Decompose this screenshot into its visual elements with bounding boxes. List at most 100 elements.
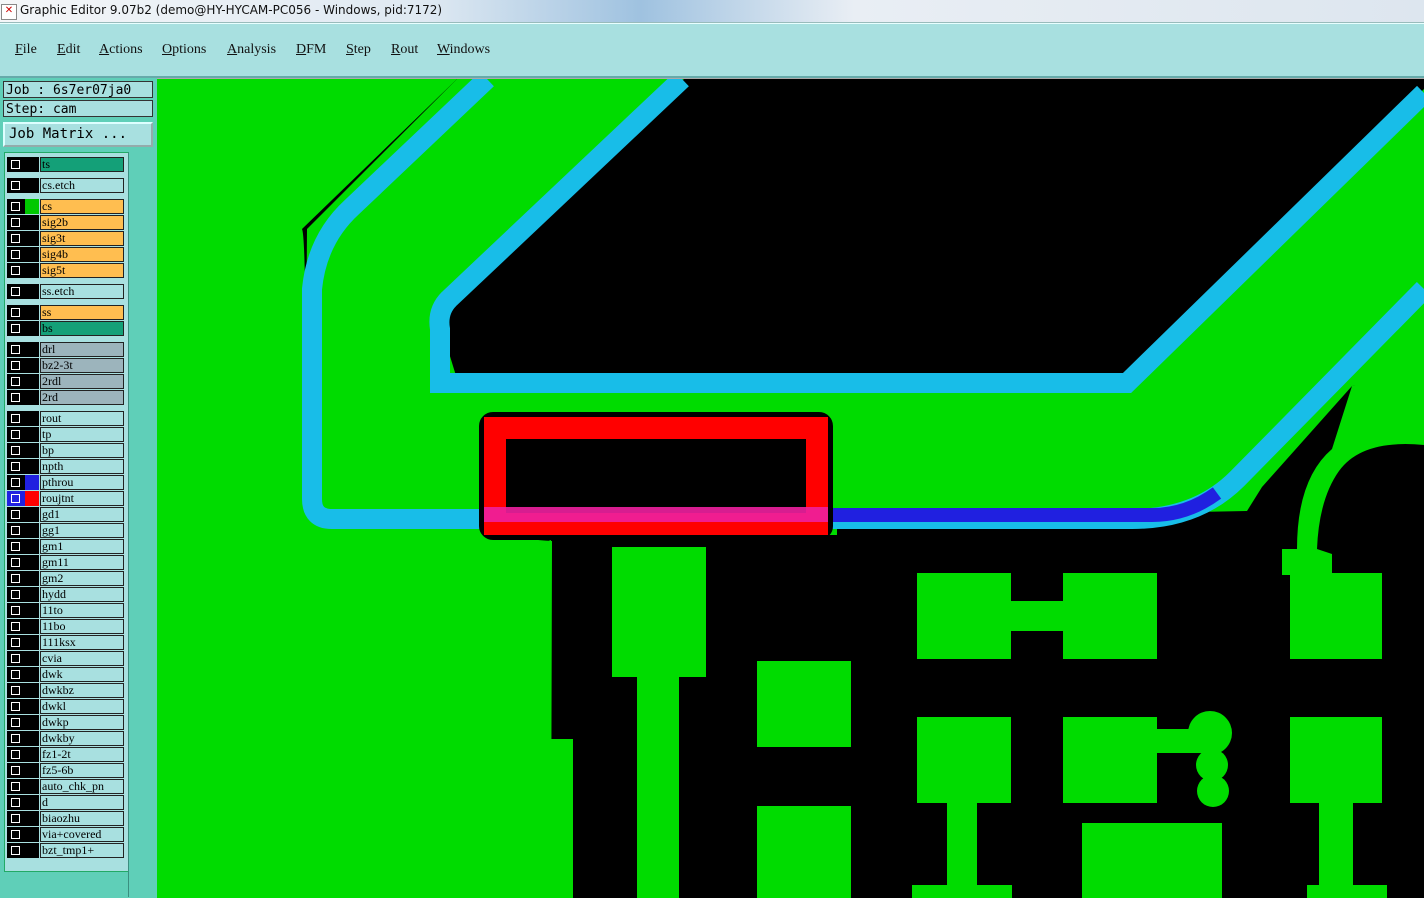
layer-row-gm11[interactable]: gm11 bbox=[6, 555, 124, 570]
layer-row-bz2-3t[interactable]: bz2-3t bbox=[6, 358, 124, 373]
menu-options[interactable]: Options bbox=[162, 42, 206, 58]
layer-name[interactable]: biaozhu bbox=[40, 811, 124, 826]
layer-row-2rdl[interactable]: 2rdl bbox=[6, 374, 124, 389]
layer-checkbox[interactable] bbox=[7, 342, 25, 357]
layer-name[interactable]: roujtnt bbox=[40, 491, 124, 506]
layer-name[interactable]: 11bo bbox=[40, 619, 124, 634]
menu-rout[interactable]: Rout bbox=[391, 42, 418, 58]
layer-name[interactable]: drl bbox=[40, 342, 124, 357]
layer-checkbox[interactable] bbox=[7, 539, 25, 554]
layer-name[interactable]: via+covered bbox=[40, 827, 124, 842]
menu-step[interactable]: Step bbox=[346, 42, 371, 58]
layer-checkbox[interactable] bbox=[7, 321, 25, 336]
layer-row-ss.etch[interactable]: ss.etch bbox=[6, 284, 124, 299]
layer-color-swatch[interactable] bbox=[25, 390, 39, 405]
layer-color-swatch[interactable] bbox=[25, 321, 39, 336]
layer-color-swatch[interactable] bbox=[25, 699, 39, 714]
layer-checkbox[interactable] bbox=[7, 411, 25, 426]
layer-color-swatch[interactable] bbox=[25, 305, 39, 320]
layer-color-swatch[interactable] bbox=[25, 443, 39, 458]
layer-row-rout[interactable]: rout bbox=[6, 411, 124, 426]
layer-checkbox[interactable] bbox=[7, 284, 25, 299]
layer-row-2rd[interactable]: 2rd bbox=[6, 390, 124, 405]
layer-checkbox[interactable] bbox=[7, 667, 25, 682]
layer-color-swatch[interactable] bbox=[25, 411, 39, 426]
layer-checkbox[interactable] bbox=[7, 731, 25, 746]
menu-windows[interactable]: Windows bbox=[437, 42, 490, 58]
layer-color-swatch[interactable] bbox=[25, 571, 39, 586]
layer-row-gg1[interactable]: gg1 bbox=[6, 523, 124, 538]
layer-color-swatch[interactable] bbox=[25, 811, 39, 826]
layer-color-swatch[interactable] bbox=[25, 427, 39, 442]
layer-row-tp[interactable]: tp bbox=[6, 427, 124, 442]
layer-row-sig2b[interactable]: sig2b bbox=[6, 215, 124, 230]
layer-row-hydd[interactable]: hydd bbox=[6, 587, 124, 602]
layer-checkbox[interactable] bbox=[7, 390, 25, 405]
layer-row-gm2[interactable]: gm2 bbox=[6, 571, 124, 586]
layer-row-bp[interactable]: bp bbox=[6, 443, 124, 458]
layer-name[interactable]: gm11 bbox=[40, 555, 124, 570]
layer-row-dwk[interactable]: dwk bbox=[6, 667, 124, 682]
layer-checkbox[interactable] bbox=[7, 763, 25, 778]
layer-name[interactable]: sig3t bbox=[40, 231, 124, 246]
layer-checkbox[interactable] bbox=[7, 843, 25, 858]
layer-row-fz1-2t[interactable]: fz1-2t bbox=[6, 747, 124, 762]
layer-name[interactable]: d bbox=[40, 795, 124, 810]
layer-row-sig3t[interactable]: sig3t bbox=[6, 231, 124, 246]
job-matrix-button[interactable]: Job Matrix ... bbox=[3, 122, 153, 147]
layer-row-npth[interactable]: npth bbox=[6, 459, 124, 474]
layer-row-dwkp[interactable]: dwkp bbox=[6, 715, 124, 730]
layer-color-swatch[interactable] bbox=[25, 263, 39, 278]
layer-color-swatch[interactable] bbox=[25, 635, 39, 650]
layer-name[interactable]: sig4b bbox=[40, 247, 124, 262]
layer-checkbox[interactable] bbox=[7, 635, 25, 650]
layer-name[interactable]: bs bbox=[40, 321, 124, 336]
layer-color-swatch[interactable] bbox=[25, 284, 39, 299]
layer-name[interactable]: sig5t bbox=[40, 263, 124, 278]
layer-row-cs.etch[interactable]: cs.etch bbox=[6, 178, 124, 193]
layer-name[interactable]: npth bbox=[40, 459, 124, 474]
layer-row-11to[interactable]: 11to bbox=[6, 603, 124, 618]
layer-row-d[interactable]: d bbox=[6, 795, 124, 810]
layer-checkbox[interactable] bbox=[7, 215, 25, 230]
layer-color-swatch[interactable] bbox=[25, 374, 39, 389]
layer-checkbox[interactable] bbox=[7, 715, 25, 730]
layer-name[interactable]: bp bbox=[40, 443, 124, 458]
layer-name[interactable]: 2rdl bbox=[40, 374, 124, 389]
layer-color-swatch[interactable] bbox=[25, 667, 39, 682]
layer-name[interactable]: bzt_tmp1+ bbox=[40, 843, 124, 858]
layer-checkbox[interactable] bbox=[7, 603, 25, 618]
layer-row-dwkbz[interactable]: dwkbz bbox=[6, 683, 124, 698]
layer-name[interactable]: fz1-2t bbox=[40, 747, 124, 762]
layer-color-swatch[interactable] bbox=[25, 459, 39, 474]
layer-color-swatch[interactable] bbox=[25, 619, 39, 634]
layer-checkbox[interactable] bbox=[7, 247, 25, 262]
layer-row-bs[interactable]: bs bbox=[6, 321, 124, 336]
layer-color-swatch[interactable] bbox=[25, 539, 39, 554]
layer-list-scrollbar[interactable] bbox=[128, 152, 153, 897]
menu-edit[interactable]: Edit bbox=[57, 42, 80, 58]
layer-color-swatch[interactable] bbox=[25, 178, 39, 193]
layer-color-swatch[interactable] bbox=[25, 747, 39, 762]
layer-color-swatch[interactable] bbox=[25, 603, 39, 618]
layer-checkbox[interactable] bbox=[7, 374, 25, 389]
layer-checkbox[interactable] bbox=[7, 779, 25, 794]
layer-color-swatch[interactable] bbox=[25, 491, 39, 506]
layer-color-swatch[interactable] bbox=[25, 523, 39, 538]
layer-checkbox[interactable] bbox=[7, 263, 25, 278]
layer-color-swatch[interactable] bbox=[25, 157, 39, 172]
layer-row-via+covered[interactable]: via+covered bbox=[6, 827, 124, 842]
layer-checkbox[interactable] bbox=[7, 827, 25, 842]
layer-row-dwkby[interactable]: dwkby bbox=[6, 731, 124, 746]
layer-name[interactable]: ss.etch bbox=[40, 284, 124, 299]
layer-name[interactable]: gm2 bbox=[40, 571, 124, 586]
layer-checkbox[interactable] bbox=[7, 651, 25, 666]
layer-checkbox[interactable] bbox=[7, 427, 25, 442]
layer-checkbox[interactable] bbox=[7, 683, 25, 698]
menu-file[interactable]: File bbox=[15, 42, 37, 58]
layer-checkbox[interactable] bbox=[7, 571, 25, 586]
layer-name[interactable]: cs bbox=[40, 199, 124, 214]
layer-checkbox[interactable] bbox=[7, 811, 25, 826]
layer-name[interactable]: dwkbz bbox=[40, 683, 124, 698]
layer-name[interactable]: 2rd bbox=[40, 390, 124, 405]
